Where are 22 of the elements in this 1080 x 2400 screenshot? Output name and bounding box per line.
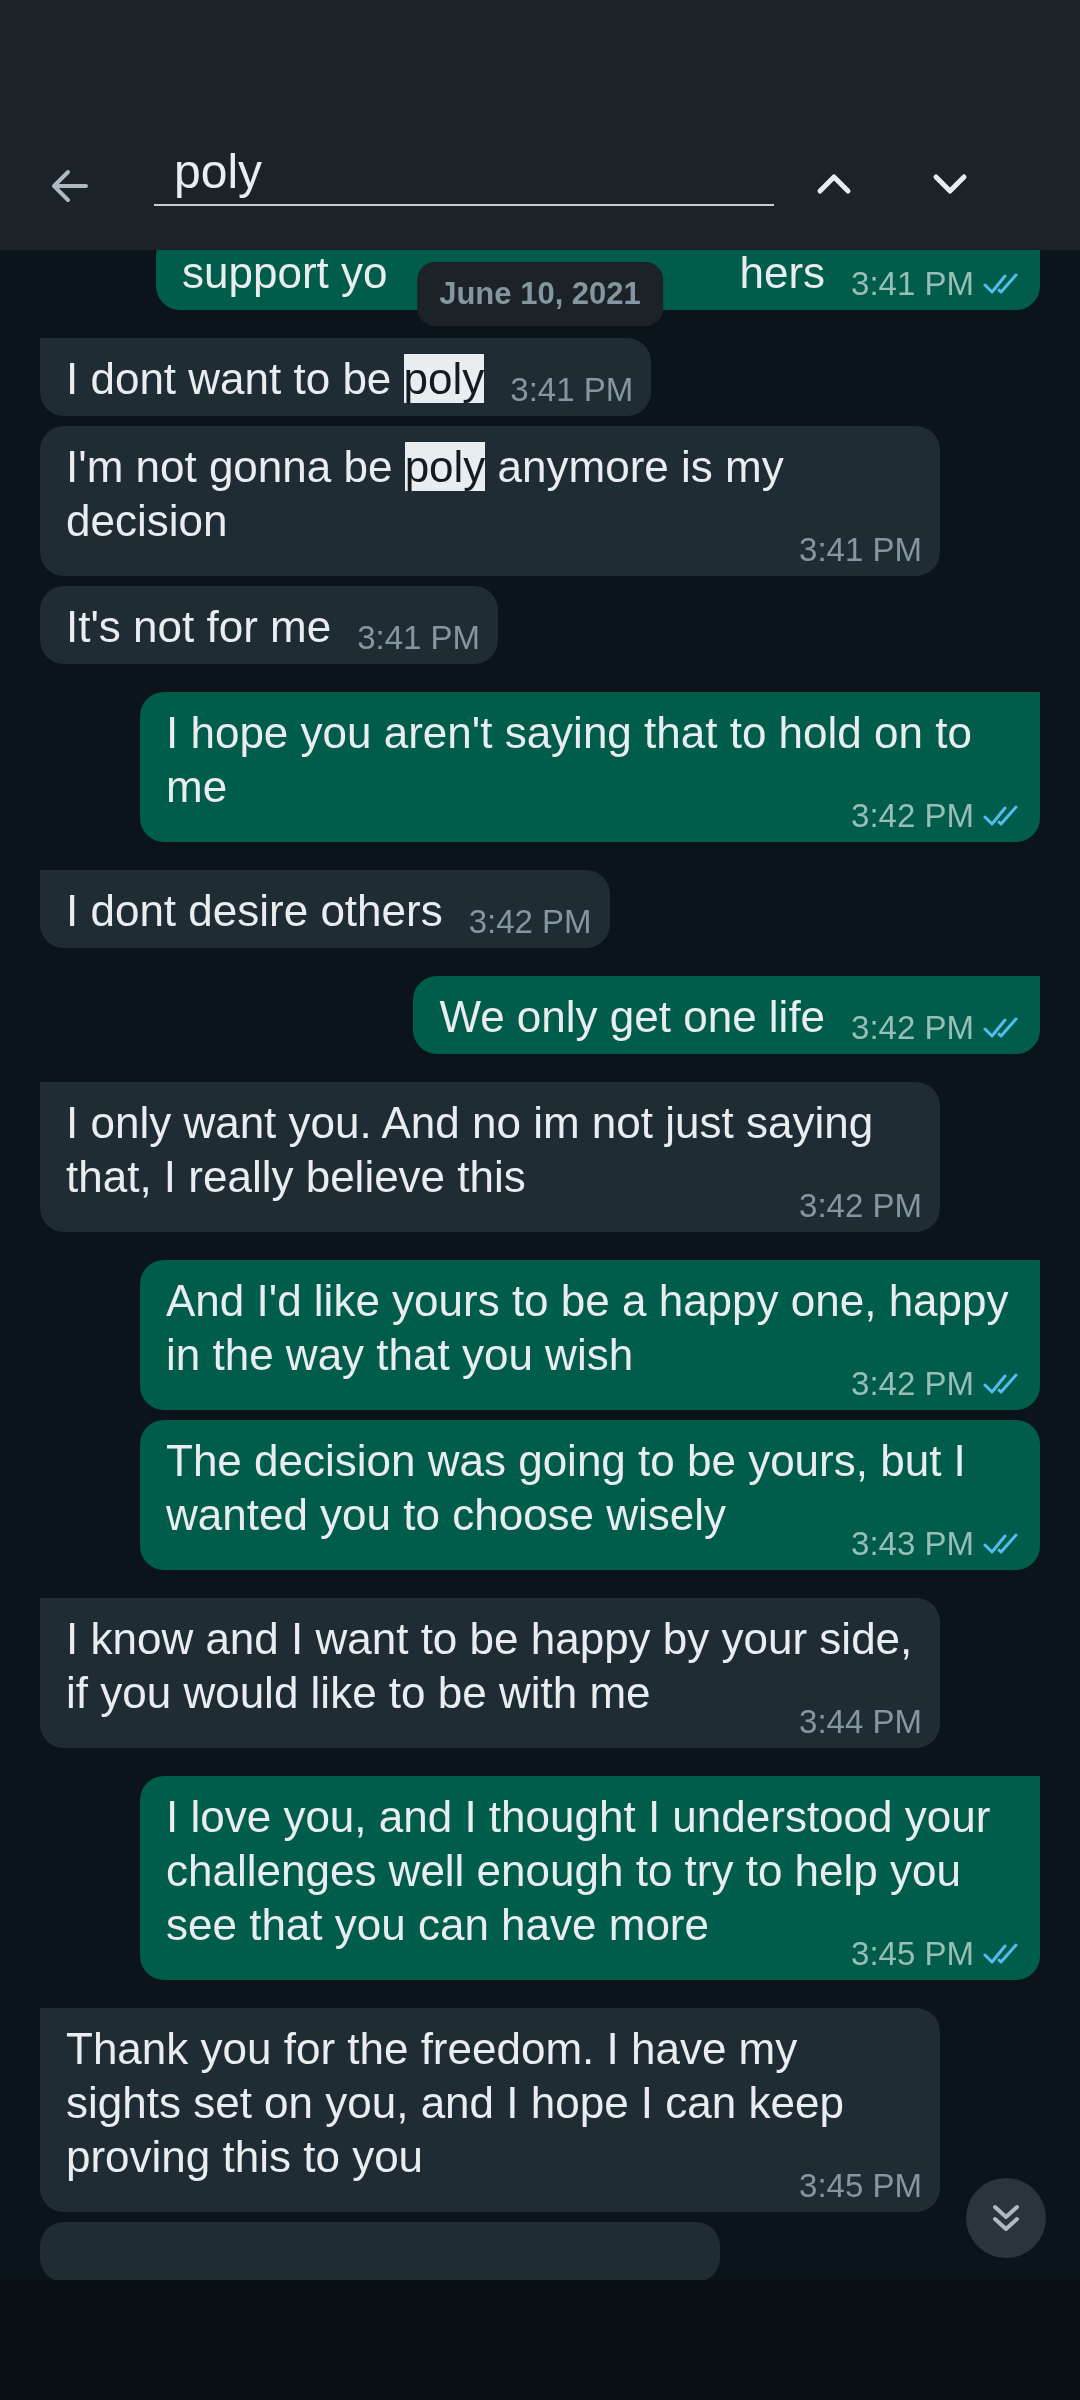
message-text: I dont want to be poly: [66, 353, 485, 405]
message-time: 3:42 PM: [468, 902, 592, 942]
message-time: 3:42 PM: [851, 1008, 974, 1048]
message-time: 3:41 PM: [799, 530, 922, 570]
message-bubble[interactable]: It's not for me 3:41 PM: [40, 586, 499, 664]
message-bubble[interactable]: We only get one life 3:42 PM: [413, 976, 1040, 1054]
message-text: hers: [739, 250, 826, 299]
search-match-highlight: poly: [403, 354, 485, 403]
message-bubble[interactable]: I dont desire others 3:42 PM: [40, 870, 610, 948]
message-time: 3:41 PM: [357, 618, 481, 658]
message-text: I'm not gonna be poly anymore is my decision: [66, 441, 785, 547]
message-text: It's not for me: [66, 601, 332, 653]
message-time: 3:41 PM: [510, 370, 634, 410]
search-match-highlight: poly: [404, 442, 486, 491]
date-chip: June 10, 2021: [417, 262, 663, 326]
message-text: support yo: [182, 250, 388, 299]
message-text: We only get one life: [439, 991, 826, 1043]
message-bubble[interactable]: I'm not gonna be poly anymore is my decision 3:41 PM: [40, 426, 940, 576]
search-field[interactable]: poly: [154, 138, 774, 206]
message-time: 3:41 PM: [851, 264, 974, 304]
message-bubble[interactable]: I dont want to be poly 3:41 PM: [40, 338, 652, 416]
message-text: I dont desire others: [66, 885, 443, 937]
